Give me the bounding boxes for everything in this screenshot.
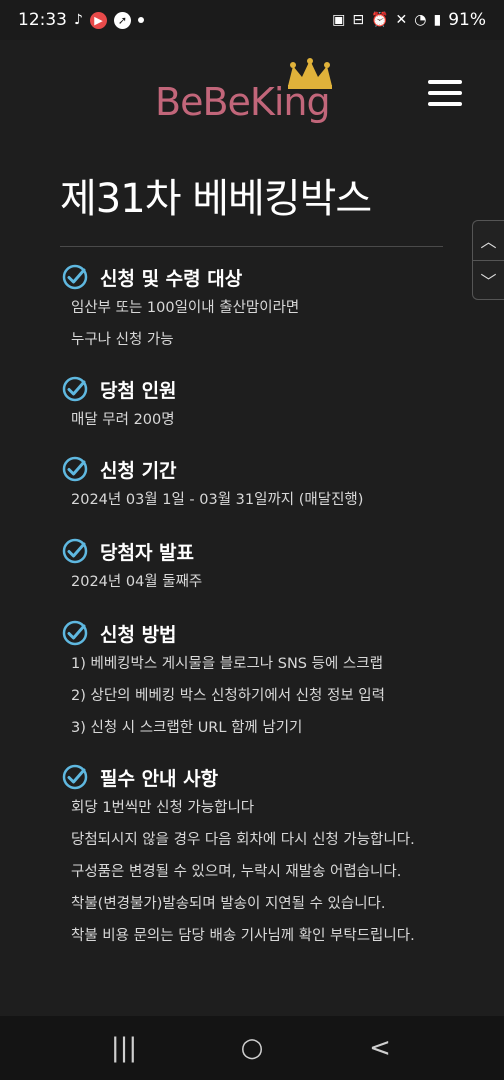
check-circle-icon xyxy=(62,620,88,646)
system-nav-bar: ||| ○ < xyxy=(0,1016,504,1080)
section-line: 3) 신청 시 스크랩한 URL 함께 남기기 xyxy=(71,720,303,736)
page-title: 제31차 베베킹박스 xyxy=(60,176,372,222)
main-content: 제31차 베베킹박스 ︿ ﹀ 신청 및 수령 대상 임산부 또는 100일이내 … xyxy=(0,136,504,1016)
section-line: 구성품은 변경될 수 있으며, 누락시 재발송 어렵습니다. xyxy=(71,864,402,880)
check-circle-icon xyxy=(62,764,88,790)
more-notifications-dot xyxy=(137,17,144,23)
section-winners-count: 당첨 인원 매달 무려 200명 xyxy=(62,374,482,436)
section-title: 신청 기간 xyxy=(100,459,177,482)
bed-icon: ⊟ xyxy=(352,12,365,28)
section-line: 당첨되시지 않을 경우 다음 회차에 다시 신청 가능합니다. xyxy=(71,832,415,848)
section-application-period: 신청 기간 2024년 03월 1일 - 03월 31일까지 (매달진행) xyxy=(62,454,482,516)
check-circle-icon xyxy=(62,456,88,482)
wifi-icon: ◔ xyxy=(414,12,427,28)
section-title: 신청 방법 xyxy=(100,623,177,646)
section-eligibility: 신청 및 수령 대상 임산부 또는 100일이내 출산맘이라면 누구나 신청 가… xyxy=(62,262,482,356)
back-icon[interactable]: < xyxy=(350,1033,410,1063)
hamburger-menu-icon[interactable] xyxy=(428,80,462,106)
status-bar: 12:33 ♪ ▶ ➚ ▣ ⊟ ⏰ ✕ ◔ ▮ 91% xyxy=(0,0,504,40)
youtube-notification-icon: ▶ xyxy=(89,11,107,29)
logo-text: BeBeKing xyxy=(155,80,331,124)
status-time: 12:33 xyxy=(18,10,67,30)
section-line: 착불 비용 문의는 담당 배송 기사님께 확인 부탁드립니다. xyxy=(71,928,415,944)
check-circle-icon xyxy=(62,376,88,402)
section-notice: 필수 안내 사항 회당 1번씩만 신청 가능합니다 당첨되시지 않을 경우 다음… xyxy=(62,762,482,952)
section-line: 임산부 또는 100일이내 출산맘이라면 xyxy=(71,300,300,316)
lock-icon: ▣ xyxy=(332,12,346,28)
section-line: 매달 무려 200명 xyxy=(71,412,175,428)
compass-notification-icon: ➚ xyxy=(113,11,131,29)
section-announcement: 당첨자 발표 2024년 04월 둘째주 xyxy=(62,536,482,598)
bebeking-logo[interactable]: BeBeKing xyxy=(155,58,340,132)
section-line: 2024년 03월 1일 - 03월 31일까지 (매달진행) xyxy=(71,492,364,508)
check-circle-icon xyxy=(62,538,88,564)
section-line: 1) 베베킹박스 게시물을 블로그나 SNS 등에 스크랩 xyxy=(71,656,383,672)
section-title: 당첨자 발표 xyxy=(100,541,195,564)
site-header: BeBeKing xyxy=(0,40,504,136)
home-icon[interactable]: ○ xyxy=(222,1033,282,1063)
chevron-up-icon[interactable]: ︿ xyxy=(473,221,504,260)
section-line: 누구나 신청 가능 xyxy=(71,332,174,348)
section-line: 2024년 04월 둘째주 xyxy=(71,574,203,590)
section-title: 신청 및 수령 대상 xyxy=(100,267,243,290)
check-circle-icon xyxy=(62,264,88,290)
recent-apps-icon[interactable]: ||| xyxy=(94,1033,154,1063)
section-line: 2) 상단의 베베킹 박스 신청하기에서 신청 정보 입력 xyxy=(71,688,385,704)
section-line: 회당 1번씩만 신청 가능합니다 xyxy=(71,800,255,816)
section-title: 필수 안내 사항 xyxy=(100,767,219,790)
section-line: 착불(변경불가)발송되며 발송이 지연될 수 있습니다. xyxy=(71,896,386,912)
alarm-icon: ⏰ xyxy=(371,12,389,28)
signal-icon: ▮ xyxy=(433,12,442,28)
mute-icon: ✕ xyxy=(395,12,408,28)
title-divider xyxy=(60,246,443,247)
section-title: 당첨 인원 xyxy=(100,379,177,402)
notification-icon: ♪ xyxy=(74,12,83,28)
section-how-to-apply: 신청 방법 1) 베베킹박스 게시물을 블로그나 SNS 등에 스크랩 2) 상… xyxy=(62,618,482,744)
battery-level: 91% xyxy=(448,10,486,30)
